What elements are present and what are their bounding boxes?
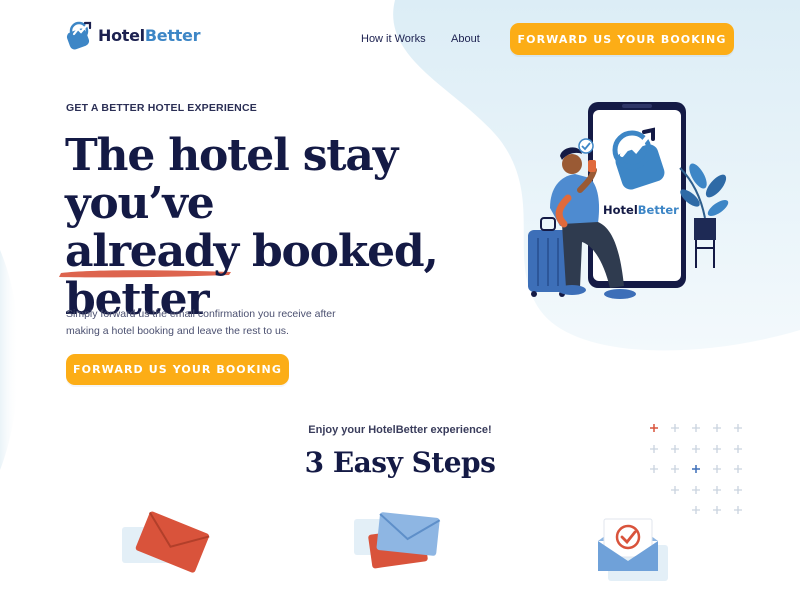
headline-line-1: The hotel stay you’ve [65,130,398,229]
hero-headline: The hotel stay you’ve already booked, be… [65,132,535,324]
logo[interactable]: HotelBetter [66,20,200,50]
forward-booking-button-hero[interactable]: FORWARD US YOUR BOOKING [66,354,289,385]
envelope-check-icon [598,518,668,581]
phone-brand-text: HotelBetter [603,203,679,217]
suitcase-icon [528,217,568,297]
headline-line-2: already booked, [65,226,439,277]
subtext-line-2: making a hotel booking and leave the res… [66,325,289,337]
logo-text: HotelBetter [98,25,201,45]
nav-about[interactable]: About [451,33,480,45]
hero-subtext: Simply forward us the email confirmation… [66,306,366,340]
nav-how-it-works[interactable]: How it Works [361,33,426,45]
hero-eyebrow: GET A BETTER HOTEL EXPERIENCE [66,102,257,114]
logo-icon [66,21,92,50]
hero-illustration: HotelBetter [528,102,729,299]
forward-booking-button-header[interactable]: FORWARD US YOUR BOOKING [510,23,734,55]
envelope-icon [122,511,210,573]
subtext-line-1: Simply forward us the email confirmation… [66,308,336,320]
envelopes-icon [354,512,441,569]
